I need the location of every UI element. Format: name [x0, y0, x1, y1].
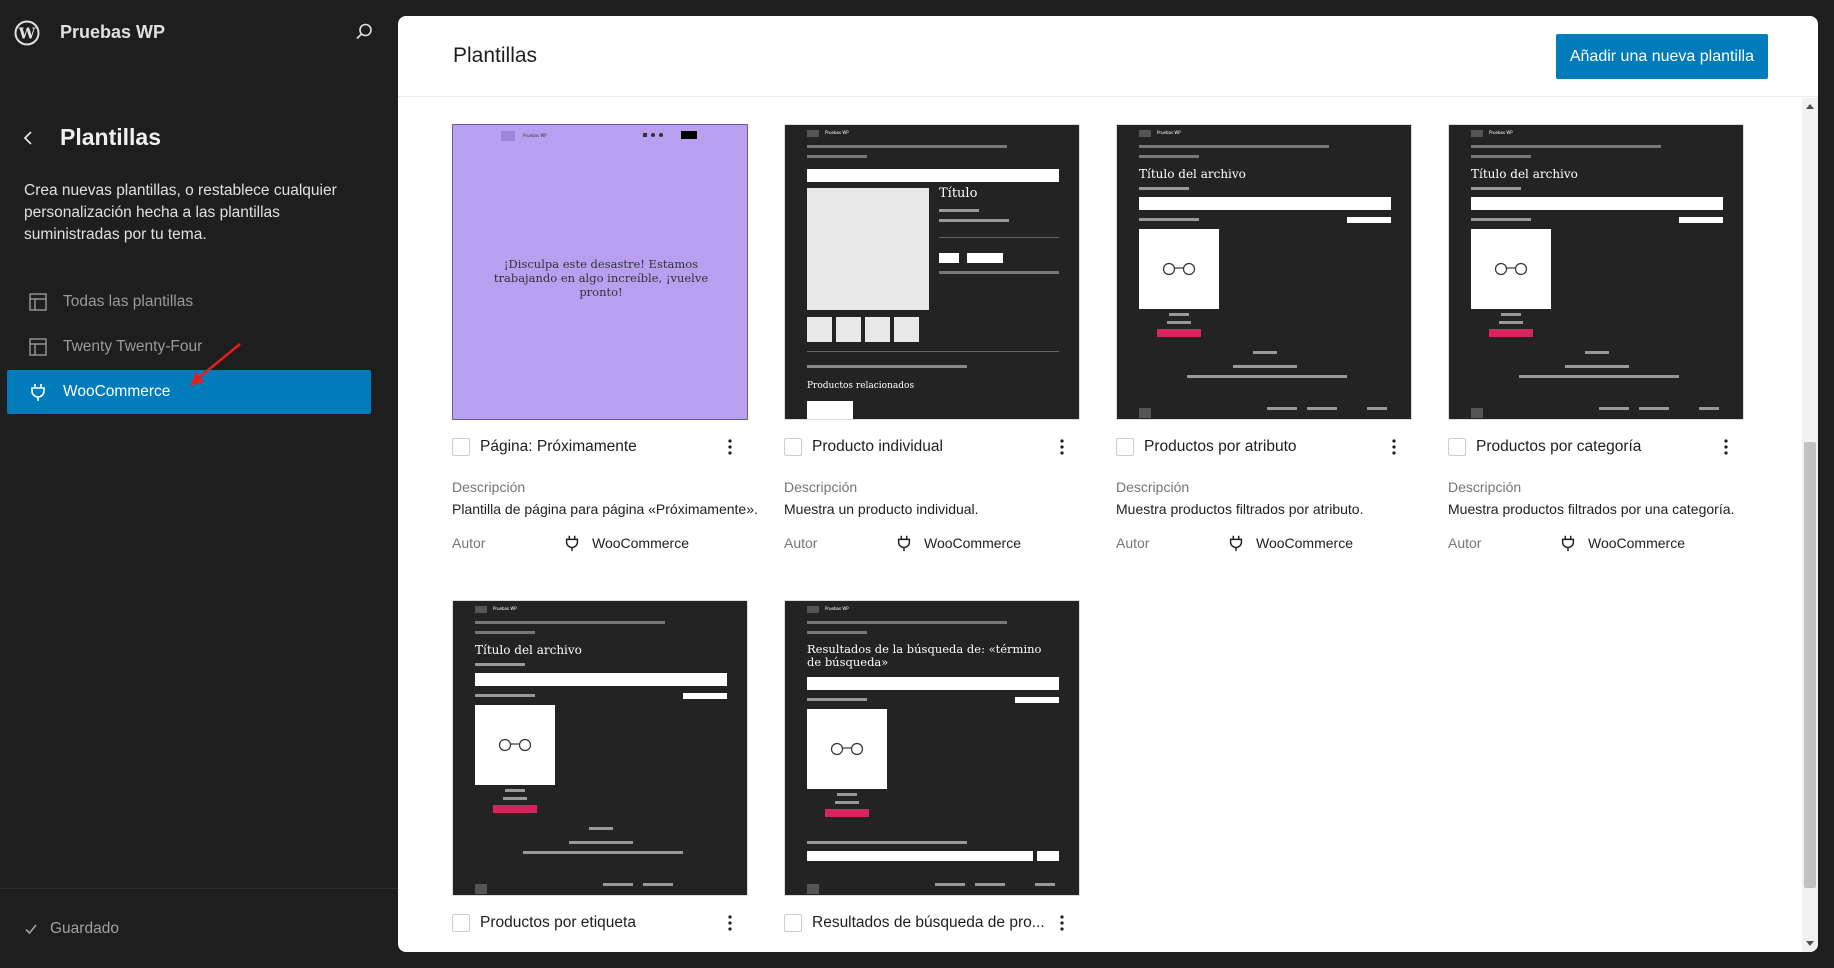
more-options-icon[interactable]	[1714, 435, 1738, 459]
description-label: Descripción	[1448, 479, 1522, 495]
templates-panel: Plantillas Añadir una nueva plantilla Pr…	[398, 16, 1818, 952]
more-options-icon[interactable]	[718, 435, 742, 459]
add-new-template-button[interactable]: Añadir una nueva plantilla	[1555, 34, 1768, 79]
search-icon[interactable]	[352, 20, 376, 44]
save-status-label: Guardado	[50, 920, 119, 937]
sidebar: W Pruebas WP Plantillas Crea nuevas plan…	[0, 0, 398, 968]
author-label: Autor	[1116, 535, 1150, 551]
template-preview[interactable]: Pruebas WP Título del archivo	[1116, 124, 1412, 420]
select-checkbox[interactable]	[784, 438, 802, 456]
template-preview[interactable]: Pruebas WP ¡Disculpa este desastre! Esta…	[452, 124, 748, 420]
template-card: Pruebas WP Título del archivo Productos …	[1448, 124, 1744, 600]
select-checkbox[interactable]	[452, 914, 470, 932]
preview-site-name: Pruebas WP	[1489, 130, 1513, 135]
template-title[interactable]: Página: Próximamente	[480, 438, 718, 456]
preview-site-name: Pruebas WP	[1157, 130, 1181, 135]
check-icon	[25, 924, 37, 935]
plugin-icon	[1558, 533, 1578, 553]
preview-search-title: Resultados de la búsqueda de: «término d…	[807, 642, 1042, 669]
sidebar-item-twenty-twenty-four[interactable]: Twenty Twenty-Four	[7, 325, 371, 369]
panel-header: Plantillas Añadir una nueva plantilla	[398, 16, 1818, 97]
template-card: Pruebas WP Título Productos relacionados…	[784, 124, 1080, 600]
sidebar-item-label: Twenty Twenty-Four	[63, 338, 203, 355]
select-checkbox[interactable]	[1116, 438, 1134, 456]
save-status: Guardado	[24, 920, 119, 938]
preview-site-name: Pruebas WP	[523, 133, 547, 138]
plugin-icon	[28, 382, 48, 402]
back-chevron-icon[interactable]	[16, 126, 40, 150]
preview-site-name: Pruebas WP	[825, 130, 849, 135]
template-title[interactable]: Productos por atributo	[1144, 438, 1382, 456]
template-author: WooCommerce	[1256, 535, 1353, 551]
sidebar-nav: Todas las plantillas Twenty Twenty-Four …	[7, 280, 371, 415]
plugin-icon	[1226, 533, 1246, 553]
scrollbar[interactable]	[1802, 98, 1818, 952]
description-label: Descripción	[784, 479, 858, 495]
author-label: Autor	[452, 535, 486, 551]
template-title[interactable]: Producto individual	[812, 438, 1050, 456]
sidebar-item-label: WooCommerce	[63, 383, 171, 400]
preview-site-name: Pruebas WP	[825, 606, 849, 611]
scroll-up-arrow-icon[interactable]	[1806, 104, 1814, 109]
preview-related-heading: Productos relacionados	[807, 381, 915, 391]
template-preview[interactable]: Pruebas WP Título del archivo	[1448, 124, 1744, 420]
template-author: WooCommerce	[592, 535, 689, 551]
template-description: Muestra productos filtrados por una cate…	[1448, 501, 1735, 517]
plugin-icon	[562, 533, 582, 553]
description-label: Descripción	[452, 479, 526, 495]
plugin-icon	[894, 533, 914, 553]
template-author: WooCommerce	[1588, 535, 1685, 551]
more-options-icon[interactable]	[718, 911, 742, 935]
template-preview[interactable]: Pruebas WP Título del archivo	[452, 600, 748, 896]
sidebar-title: Plantillas	[60, 124, 161, 150]
svg-text:W: W	[18, 25, 37, 43]
wordpress-logo-icon[interactable]: W	[14, 20, 40, 46]
template-description: Plantilla de página para página «Próxima…	[452, 501, 758, 517]
preview-coming-soon-text: ¡Disculpa este desastre! Estamos trabaja…	[493, 257, 709, 299]
author-label: Autor	[1448, 535, 1482, 551]
scrollbar-thumb[interactable]	[1804, 442, 1816, 888]
more-options-icon[interactable]	[1382, 435, 1406, 459]
select-checkbox[interactable]	[452, 438, 470, 456]
site-name[interactable]: Pruebas WP	[60, 22, 165, 43]
sidebar-item-all-templates[interactable]: Todas las plantillas	[7, 280, 371, 324]
template-card: Pruebas WP Resultados de la búsqueda de:…	[784, 600, 1080, 952]
template-card: Pruebas WP Título del archivo Productos …	[1116, 124, 1412, 600]
template-card: Pruebas WP Título del archivo Productos …	[452, 600, 748, 952]
preview-archive-title: Título del archivo	[1471, 167, 1578, 181]
templates-grid: Pruebas WP ¡Disculpa este desastre! Esta…	[452, 124, 1744, 952]
template-description: Muestra un producto individual.	[784, 501, 979, 517]
template-title[interactable]: Productos por etiqueta	[480, 914, 718, 932]
more-options-icon[interactable]	[1050, 911, 1074, 935]
template-title[interactable]: Productos por categoría	[1476, 438, 1714, 456]
preview-archive-title: Título del archivo	[1139, 167, 1246, 181]
template-preview[interactable]: Pruebas WP Resultados de la búsqueda de:…	[784, 600, 1080, 896]
preview-product-title: Título	[939, 186, 978, 201]
template-title[interactable]: Resultados de búsqueda de pro...	[812, 914, 1050, 932]
page-title: Plantillas	[453, 44, 538, 67]
select-checkbox[interactable]	[1448, 438, 1466, 456]
templates-scroll-area: Pruebas WP ¡Disculpa este desastre! Esta…	[398, 98, 1802, 952]
preview-site-name: Pruebas WP	[493, 606, 517, 611]
layout-icon	[28, 292, 48, 312]
template-card: Pruebas WP ¡Disculpa este desastre! Esta…	[452, 124, 758, 600]
sidebar-item-label: Todas las plantillas	[63, 293, 194, 310]
template-preview[interactable]: Pruebas WP Título Productos relacionados	[784, 124, 1080, 420]
sidebar-description: Crea nuevas plantillas, o restablece cua…	[24, 182, 337, 243]
template-description: Muestra productos filtrados por atributo…	[1116, 501, 1364, 517]
description-label: Descripción	[1116, 479, 1190, 495]
author-label: Autor	[784, 535, 818, 551]
sidebar-item-woocommerce[interactable]: WooCommerce	[7, 370, 371, 414]
scroll-down-arrow-icon[interactable]	[1806, 941, 1814, 946]
more-options-icon[interactable]	[1050, 435, 1074, 459]
layout-icon	[28, 337, 48, 357]
select-checkbox[interactable]	[784, 914, 802, 932]
preview-archive-title: Título del archivo	[475, 643, 582, 657]
sidebar-footer: Guardado	[0, 888, 398, 968]
template-author: WooCommerce	[924, 535, 1021, 551]
